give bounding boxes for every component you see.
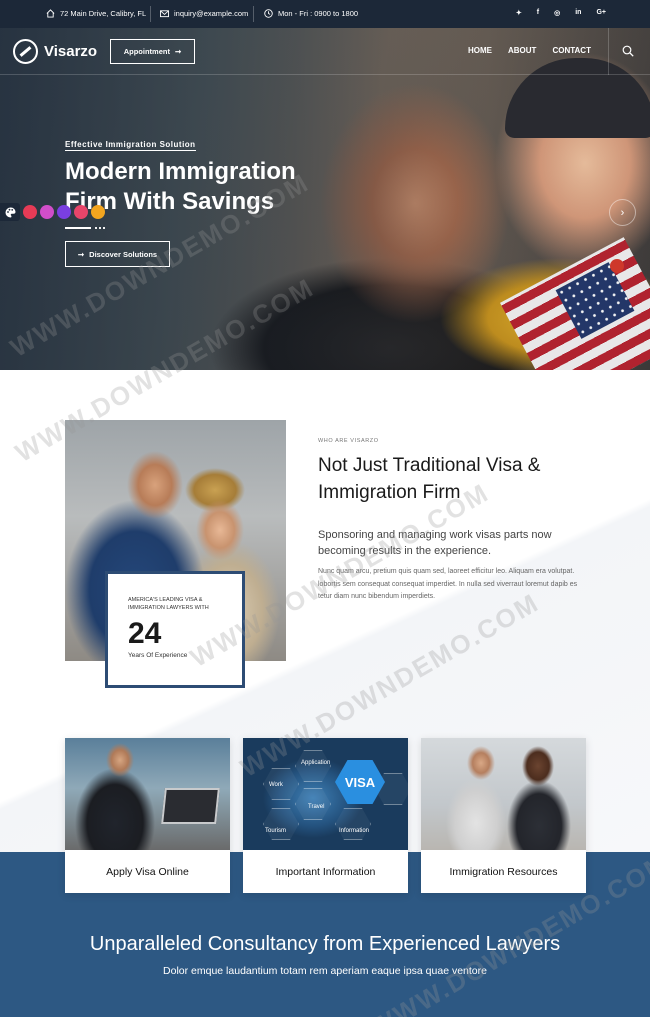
linkedin-icon[interactable]: in [575,9,581,17]
google-plus-icon[interactable]: G+ [596,9,606,17]
swatch-red[interactable] [23,205,37,219]
about-eyebrow: WHO ARE VISARZO [318,438,379,444]
about-title: Not Just Traditional Visa & Immigration … [318,455,541,503]
service-card-label[interactable]: Important Information [243,850,408,893]
nav-home[interactable]: HOME [468,46,492,55]
experience-number: 24 [128,617,162,650]
hex-label: Tourism [265,828,287,834]
top-info-bar: 72 Main Drive, Calibry, FL inquiry@examp… [0,0,650,28]
swatch-rose[interactable] [74,205,88,219]
band-subtitle: Dolor emque laudantium totam rem aperiam… [163,965,487,977]
email-item[interactable]: inquiry@example.com [160,9,248,18]
divider [253,6,254,22]
home-icon [46,9,55,18]
email-link[interactable]: inquiry@example.com [174,9,248,18]
hero-underline [65,227,91,229]
discover-label: Discover Solutions [89,249,158,259]
service-card-label[interactable]: Apply Visa Online [65,850,230,893]
service-image-consultation [421,738,586,850]
experience-label: Years Of Experience [128,652,188,659]
experience-box: AMERICA'S LEADING VISA & IMMIGRATION LAW… [105,571,245,688]
clock-icon [264,9,273,18]
address-item: 72 Main Drive, Calibry, FL [46,9,146,18]
service-card-label[interactable]: Immigration Resources [421,850,586,893]
arrow-right-icon: ➞ [174,47,182,56]
about-lead: Sponsoring and managing work visas parts… [318,529,552,557]
hero-eyebrow: Effective Immigration Solution [65,140,196,151]
brand-logo[interactable]: Visarzo [13,39,97,64]
address-text: 72 Main Drive, Calibry, FL [60,9,147,18]
swatch-pink[interactable] [40,205,54,219]
color-swatches [23,205,105,219]
hex-shape [335,808,371,840]
service-image-visa: Application Work Travel Tourism Informat… [243,738,408,850]
service-card-immigration-resources[interactable]: Immigration Resources [421,738,586,893]
palette-icon [5,206,16,217]
hex-label: Application [301,760,331,766]
hex-shape [295,750,331,782]
about-body: Nunc quam arcu, pretium quis quam sed, l… [318,568,578,600]
hero-dots [94,227,106,229]
social-links: ✦ f ◎ in G+ [516,9,606,17]
experience-caption: AMERICA'S LEADING VISA & IMMIGRATION LAW… [128,597,209,611]
service-image-office [65,738,230,850]
discover-solutions-button[interactable]: ➞ Discover Solutions [65,241,170,267]
laptop-graphic [161,788,220,824]
divider [608,28,609,75]
nav-contact[interactable]: CONTACT [552,46,591,55]
hex-shape [263,808,299,840]
swatch-orange[interactable] [91,205,105,219]
visa-hex: VISA [335,760,385,804]
nav-about[interactable]: ABOUT [508,46,536,55]
divider [150,6,151,22]
slider-next-button[interactable]: › [609,199,636,226]
visa-text: VISA [344,774,376,790]
color-switcher-toggle[interactable] [0,203,20,221]
brand-name: Visarzo [44,43,98,60]
arrow-right-icon: ➞ [77,249,85,259]
hours-text: Mon - Fri : 0900 to 1800 [278,9,359,18]
instagram-icon[interactable]: ◎ [554,9,560,17]
search-icon[interactable] [622,45,634,57]
hex-label: Information [339,828,370,834]
appointment-label: Appointment [123,47,170,56]
hex-label: Travel [308,804,325,810]
service-card-important-info[interactable]: Application Work Travel Tourism Informat… [243,738,408,893]
hours-item: Mon - Fri : 0900 to 1800 [264,9,358,18]
twitter-icon[interactable]: ✦ [516,9,522,17]
service-card-apply-visa[interactable]: Apply Visa Online [65,738,230,893]
chevron-right-icon: › [620,206,625,219]
envelope-icon [160,10,169,18]
swatch-purple[interactable] [57,205,71,219]
main-menu: HOME ABOUT CONTACT [468,46,591,55]
facebook-icon[interactable]: f [537,9,539,17]
logo-icon [13,39,38,64]
appointment-button[interactable]: Appointment ➞ [110,39,195,64]
main-navbar: Visarzo Appointment ➞ HOME ABOUT CONTACT [0,28,650,75]
band-title: Unparalleled Consultancy from Experience… [89,933,561,955]
hex-label: Work [269,782,283,788]
